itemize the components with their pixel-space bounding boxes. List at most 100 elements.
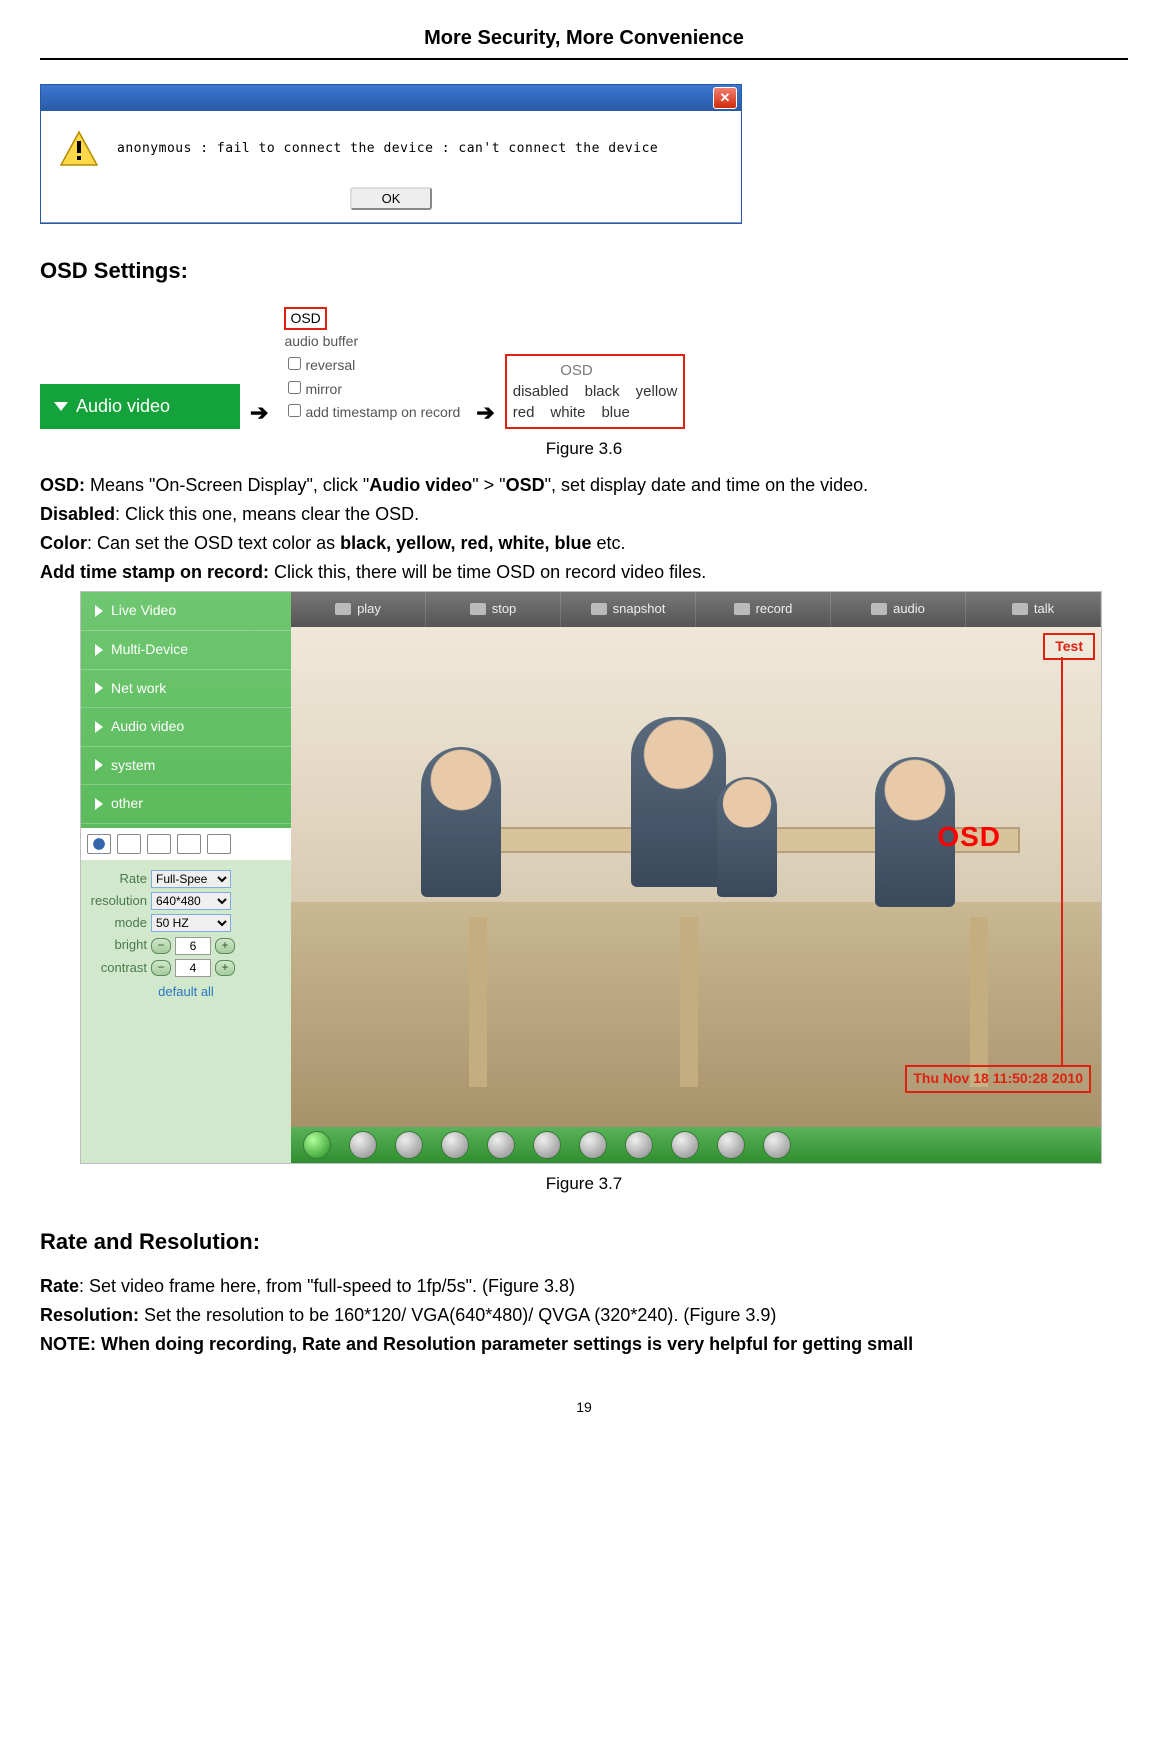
preset-dot[interactable] <box>441 1131 469 1159</box>
bright-label: bright <box>87 936 147 954</box>
sidebar-item-live-video[interactable]: Live Video <box>81 592 291 631</box>
stop-button[interactable]: stop <box>426 592 561 626</box>
layout-4-icon[interactable] <box>177 834 201 854</box>
dialog-message: anonymous : fail to connect the device :… <box>117 140 658 158</box>
preset-dot[interactable] <box>763 1131 791 1159</box>
video-view: Test OSD Thu Nov 18 11:50:28 2010 <box>291 627 1101 1127</box>
preset-dot[interactable] <box>579 1131 607 1159</box>
error-dialog: ✕ anonymous : fail to connect the device… <box>40 84 1128 224</box>
rate-label: Rate <box>87 870 147 888</box>
preset-dot[interactable] <box>349 1131 377 1159</box>
resolution-select[interactable]: 640*480 <box>151 892 231 910</box>
arrow-right-icon: ➔ <box>472 398 498 429</box>
osd-timestamp: Thu Nov 18 11:50:28 2010 <box>905 1065 1091 1093</box>
video-settings-panel: Rate Full-Spee resolution 640*480 mode 5… <box>81 860 291 1163</box>
preset-dot[interactable] <box>303 1131 331 1159</box>
figure-3-6-caption: Figure 3.6 <box>40 437 1128 461</box>
mic-icon <box>1012 603 1028 615</box>
play-icon <box>335 603 351 615</box>
camera-web-ui: Live Video Multi-Device Net work Audio v… <box>80 591 1102 1163</box>
play-icon <box>95 682 103 694</box>
osd-option-black[interactable]: black <box>585 381 620 402</box>
sidebar-item-system[interactable]: system <box>81 747 291 786</box>
talk-button[interactable]: talk <box>966 592 1101 626</box>
camera-icon <box>591 603 607 615</box>
osd-option-yellow[interactable]: yellow <box>636 381 678 402</box>
warning-icon <box>59 129 99 169</box>
record-button[interactable]: record <box>696 592 831 626</box>
play-icon <box>95 798 103 810</box>
audio-video-button[interactable]: Audio video <box>40 384 240 429</box>
preset-dot[interactable] <box>533 1131 561 1159</box>
osd-menu-list: OSD audio buffer reversal mirror add tim… <box>278 303 466 429</box>
dialog-titlebar: ✕ <box>41 85 741 111</box>
stop-icon <box>470 603 486 615</box>
figure-3-7-caption: Figure 3.7 <box>40 1172 1128 1196</box>
mirror-checkbox[interactable]: mirror <box>284 378 460 400</box>
page-number: 19 <box>40 1398 1128 1418</box>
layout-2-icon[interactable] <box>147 834 171 854</box>
osd-color-label: OSD <box>513 360 593 381</box>
record-icon <box>734 603 750 615</box>
layout-1-icon[interactable] <box>117 834 141 854</box>
preset-bar <box>291 1127 1101 1163</box>
preset-dot[interactable] <box>625 1131 653 1159</box>
reversal-checkbox[interactable]: reversal <box>284 354 460 376</box>
rate-resolution-text: Rate: Set video frame here, from "full-s… <box>40 1274 1128 1358</box>
speaker-icon <box>871 603 887 615</box>
audio-buffer-item[interactable]: audio buffer <box>284 332 460 352</box>
cam-main: play stop snapshot record audio talk Tes… <box>291 592 1101 1162</box>
default-all-link[interactable]: default all <box>87 983 285 1001</box>
osd-annotation-label: OSD <box>937 817 1001 856</box>
mode-select[interactable]: 50 HZ <box>151 914 231 932</box>
rate-select[interactable]: Full-Spee <box>151 870 231 888</box>
snapshot-button[interactable]: snapshot <box>561 592 696 626</box>
rate-resolution-heading: Rate and Resolution <box>40 1227 1128 1258</box>
contrast-input[interactable] <box>175 959 211 977</box>
preset-dot[interactable] <box>717 1131 745 1159</box>
sidebar-item-network[interactable]: Net work <box>81 670 291 709</box>
play-icon <box>95 605 103 617</box>
osd-callout-line <box>1061 657 1063 1067</box>
audio-button[interactable]: audio <box>831 592 966 626</box>
osd-test-badge: Test <box>1043 633 1095 661</box>
osd-settings-heading: OSD Settings <box>40 256 1128 287</box>
contrast-minus-button[interactable]: − <box>151 960 171 976</box>
page-header: More Security, More Convenience <box>40 24 1128 60</box>
mode-label: mode <box>87 914 147 932</box>
bright-input[interactable] <box>175 937 211 955</box>
close-icon[interactable]: ✕ <box>713 87 737 109</box>
add-timestamp-checkbox[interactable]: add timestamp on record <box>284 401 460 423</box>
osd-description: OSD: Means "On-Screen Display", click "A… <box>40 473 1128 586</box>
play-button[interactable]: play <box>291 592 426 626</box>
arrow-right-icon: ➔ <box>246 398 272 429</box>
sidebar-item-audio-video[interactable]: Audio video <box>81 708 291 747</box>
osd-option-red[interactable]: red <box>513 402 535 423</box>
osd-menu-item[interactable]: OSD <box>284 307 326 331</box>
ok-button[interactable]: OK <box>350 187 433 210</box>
sidebar-item-other[interactable]: other <box>81 785 291 824</box>
chevron-down-icon <box>54 402 68 411</box>
osd-option-blue[interactable]: blue <box>601 402 629 423</box>
cam-toolbar: play stop snapshot record audio talk <box>291 592 1101 626</box>
audio-video-button-label: Audio video <box>76 394 170 419</box>
resolution-label: resolution <box>87 892 147 910</box>
bright-plus-button[interactable]: + <box>215 938 235 954</box>
cam-sidebar: Live Video Multi-Device Net work Audio v… <box>81 592 291 1162</box>
osd-option-white[interactable]: white <box>550 402 585 423</box>
bright-minus-button[interactable]: − <box>151 938 171 954</box>
preset-dot[interactable] <box>395 1131 423 1159</box>
preset-dot[interactable] <box>671 1131 699 1159</box>
play-icon <box>95 644 103 656</box>
layout-9-icon[interactable] <box>207 834 231 854</box>
contrast-plus-button[interactable]: + <box>215 960 235 976</box>
sidebar-item-multi-device[interactable]: Multi-Device <box>81 631 291 670</box>
osd-color-panel: OSD disabled black yellow red white blue <box>505 354 686 429</box>
contrast-label: contrast <box>87 959 147 977</box>
preset-dot[interactable] <box>487 1131 515 1159</box>
osd-settings-row: Audio video ➔ OSD audio buffer reversal … <box>40 303 1128 429</box>
layout-icons-row <box>81 828 291 860</box>
play-icon <box>95 759 103 771</box>
layout-single-icon[interactable] <box>87 834 111 854</box>
osd-option-disabled[interactable]: disabled <box>513 381 569 402</box>
